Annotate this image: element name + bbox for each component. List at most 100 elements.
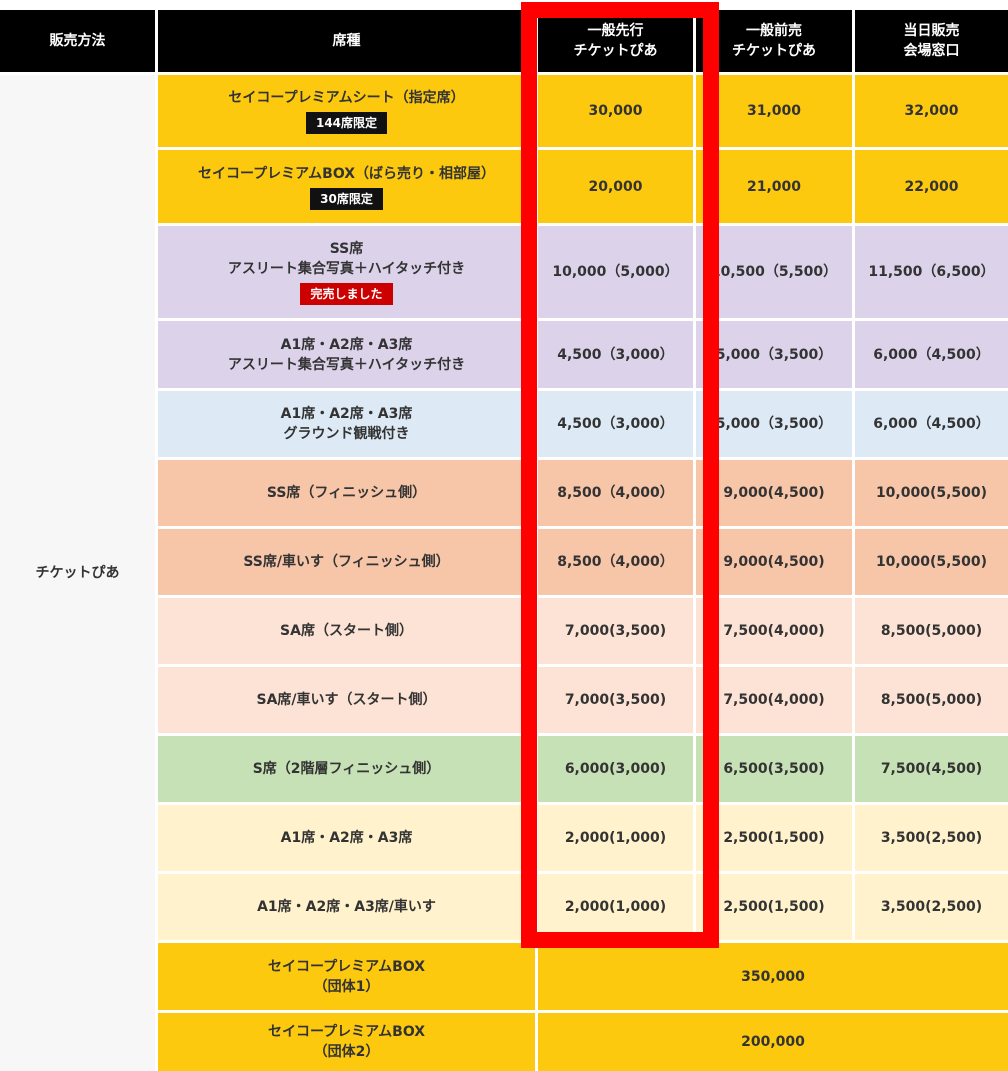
price-cell-advance: 8,500（4,000） (538, 529, 693, 595)
price-value: 350,000 (741, 968, 805, 985)
price-cell-sameday: 22,000 (855, 150, 1008, 223)
price-value: 9,000(4,500) (723, 554, 825, 570)
header-advance: 一般先行チケットぴあ (538, 10, 693, 72)
price-value: 5,000（3,500） (715, 416, 833, 432)
price-value: 8,500(5,000) (880, 692, 983, 708)
price-value: 32,000 (904, 103, 959, 119)
header-presale-line: チケットぴあ (732, 43, 816, 59)
price-value: 7,500(4,500) (880, 761, 983, 777)
seat-cell: セイコープレミアムシート（指定席） 144席限定 (158, 75, 535, 147)
seat-cell: S席（2階層フィニッシュ側） (158, 736, 535, 802)
price-cell-advance: 2,000(1,000) (538, 805, 693, 871)
header-advance-line: 一般先行 (587, 23, 644, 39)
seat-cell: セイコープレミアムBOX （団体2） (158, 1013, 535, 1071)
price-cell-advance: 6,000(3,000) (538, 736, 693, 802)
price-value: 10,500（5,500） (710, 264, 838, 280)
price-cell-sameday: 6,000（4,500） (855, 391, 1008, 457)
price-cell-presale: 7,500(4,000) (696, 598, 852, 664)
price-cell-sameday: 32,000 (855, 75, 1008, 147)
merged-price-cell: 200,000 (538, 1013, 1008, 1071)
price-cell-advance: 2,000(1,000) (538, 874, 693, 940)
price-cell-sameday: 3,500(2,500) (855, 874, 1008, 940)
price-value: 3,500(2,500) (880, 830, 983, 846)
seat-cell: SA席/車いす（スタート側） (158, 667, 535, 733)
seat-cell: SS席（フィニッシュ側） (158, 460, 535, 526)
seat-cell: A1席・A2席・A3席 グラウンド観戦付き (158, 391, 535, 457)
price-value: 30,000 (588, 103, 643, 119)
price-cell-sameday: 8,500(5,000) (855, 598, 1008, 664)
price-value: 8,500（4,000） (557, 554, 674, 570)
price-value: 5,000（3,500） (715, 346, 833, 363)
seat-name: A1席・A2席・A3席 (280, 336, 413, 353)
seat-name: A1席・A2席・A3席/車いす (257, 899, 436, 915)
seat-name: セイコープレミアムBOX（ばら売り・相部屋） (197, 165, 496, 182)
price-cell-sameday: 6,000（4,500） (855, 321, 1008, 388)
header-sameday-line: 会場窓口 (903, 43, 960, 59)
price-cell-sameday: 10,000(5,500) (855, 460, 1008, 526)
price-value: 7,500(4,000) (723, 692, 825, 708)
price-value: 10,000(5,500) (875, 485, 988, 501)
price-value: 10,000(5,500) (875, 554, 988, 570)
seat-name: SS席（フィニッシュ側） (266, 485, 427, 501)
seat-name: セイコープレミアムBOX (267, 958, 426, 975)
price-value: 11,500（6,500） (868, 264, 995, 280)
price-cell-advance: 10,000（5,000） (538, 226, 693, 318)
header-advance-line: チケットぴあ (573, 43, 658, 59)
price-value: 200,000 (741, 1034, 805, 1050)
limit-badge: 144席限定 (305, 112, 388, 134)
price-value: 6,000(3,000) (564, 761, 667, 777)
seat-cell: SS席アスリート集合写真＋ハイタッチ付き完売しました (158, 226, 535, 318)
price-cell-sameday: 11,500（6,500） (855, 226, 1008, 318)
seat-name: SS席/車いす（フィニッシュ側） (243, 554, 450, 570)
price-value: 7,000(3,500) (564, 692, 667, 708)
method-label: チケットぴあ (35, 565, 120, 581)
price-cell-sameday: 3,500(2,500) (855, 805, 1008, 871)
price-cell-presale: 9,000(4,500) (696, 460, 852, 526)
price-cell-presale: 21,000 (696, 150, 852, 223)
seat-name: アスリート集合写真＋ハイタッチ付き (227, 261, 466, 277)
sold-out-badge: 完売しました (300, 283, 393, 305)
seat-name: S席（2階層フィニッシュ側） (252, 761, 441, 777)
limit-badge: 30席限定 (310, 187, 383, 210)
price-cell-sameday: 10,000(5,500) (855, 529, 1008, 595)
price-cell-presale: 10,500（5,500） (696, 226, 852, 318)
price-value: 2,500(1,500) (723, 899, 825, 915)
seat-name: A1席・A2席・A3席 (280, 406, 413, 422)
seat-name: アスリート集合写真＋ハイタッチ付き (227, 356, 466, 373)
price-cell-advance: 30,000 (538, 75, 693, 147)
price-value: 6,500(3,500) (723, 761, 825, 777)
header-sameday: 当日販売 会場窓口 (855, 10, 1008, 72)
price-value: 4,500（3,000） (557, 346, 674, 363)
price-value: 7,000(3,500) (564, 623, 667, 639)
price-cell-presale: 7,500(4,000) (696, 667, 852, 733)
price-cell-advance: 8,500（4,000） (538, 460, 693, 526)
price-value: 8,500(5,000) (880, 623, 983, 639)
seat-cell: A1席・A2席・A3席/車いす (158, 874, 535, 940)
price-cell-presale: 31,000 (696, 75, 852, 147)
price-cell-advance: 4,500（3,000） (538, 391, 693, 457)
seat-name: セイコープレミアムシート（指定席） (228, 90, 465, 106)
seat-name: （団体2） (313, 1044, 380, 1060)
price-value: 31,000 (746, 103, 802, 119)
price-cell-presale: 5,000（3,500） (696, 321, 852, 388)
seat-cell: SA席（スタート側） (158, 598, 535, 664)
header-seat: 席種 (158, 10, 535, 72)
seat-name: グラウンド観戦付き (283, 426, 410, 442)
seat-name: SS席 (329, 241, 364, 257)
price-value: 20,000 (588, 178, 643, 195)
seat-cell: A1席・A2席・A3席 (158, 805, 535, 871)
price-value: 4,500（3,000） (557, 416, 674, 432)
price-cell-presale: 9,000(4,500) (696, 529, 852, 595)
seat-cell: セイコープレミアムBOX（ばら売り・相部屋） 30席限定 (158, 150, 535, 223)
price-cell-advance: 4,500（3,000） (538, 321, 693, 388)
price-value: 2,000(1,000) (564, 830, 667, 846)
seat-name: SA席/車いす（スタート側） (256, 692, 437, 708)
price-cell-presale: 2,500(1,500) (696, 874, 852, 940)
price-cell-advance: 7,000(3,500) (538, 598, 693, 664)
price-cell-sameday: 8,500(5,000) (855, 667, 1008, 733)
header-method: 販売方法 (0, 10, 155, 72)
seat-name: セイコープレミアムBOX (267, 1024, 426, 1040)
price-cell-sameday: 7,500(4,500) (855, 736, 1008, 802)
price-cell-advance: 20,000 (538, 150, 693, 223)
merged-price-cell: 350,000 (538, 943, 1008, 1010)
